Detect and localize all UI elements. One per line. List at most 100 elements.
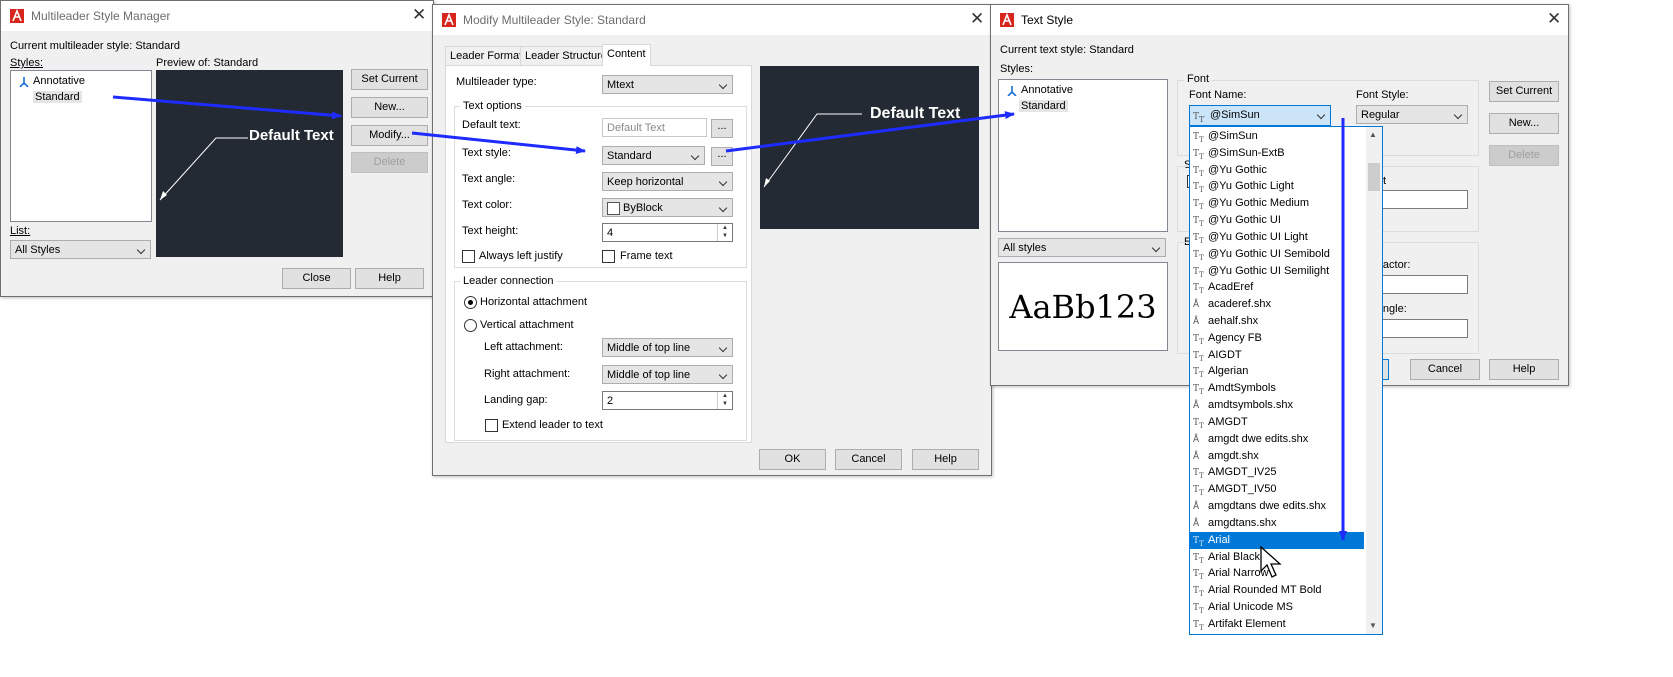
- input-value: 2: [607, 395, 614, 407]
- tab-content[interactable]: Content: [602, 44, 651, 66]
- close-icon[interactable]: ✕: [1547, 10, 1561, 27]
- text-style-dropdown[interactable]: Standard: [602, 146, 705, 165]
- close-button[interactable]: Close: [282, 268, 351, 289]
- help-button[interactable]: Help: [912, 449, 979, 470]
- spinner-up-icon[interactable]: ▲: [718, 224, 732, 232]
- font-list-item[interactable]: TT AcadEref: [1190, 279, 1364, 296]
- text-style-label: Text style:: [462, 147, 511, 159]
- font-list-item[interactable]: Åamgdt dwe edits.shx: [1190, 431, 1364, 448]
- font-list-item[interactable]: TT @Yu Gothic Light: [1190, 178, 1364, 195]
- always-left-justify-checkbox[interactable]: [462, 250, 475, 263]
- close-icon[interactable]: ✕: [970, 10, 984, 27]
- styles-list[interactable]: Annotative Standard: [998, 79, 1168, 232]
- tab-leader-format[interactable]: Leader Format: [445, 46, 528, 66]
- list-item-standard[interactable]: Standard: [1019, 100, 1068, 112]
- frame-text-checkbox[interactable]: [602, 250, 615, 263]
- dropdown-scrollbar[interactable]: ▲ ▼: [1366, 127, 1382, 634]
- spinner-control[interactable]: ▲ ▼: [717, 392, 732, 409]
- dropdown-value: ByBlock: [623, 202, 663, 214]
- font-list-item[interactable]: TT @Yu Gothic Medium: [1190, 195, 1364, 212]
- list-item-annotative[interactable]: Annotative: [1007, 84, 1073, 96]
- font-list-item[interactable]: TT Arial Unicode MS: [1190, 599, 1364, 616]
- font-list-item[interactable]: TT @Yu Gothic UI Semilight: [1190, 263, 1364, 280]
- ok-button[interactable]: OK: [759, 449, 826, 470]
- font-name-dropdown[interactable]: TT @SimSun: [1189, 105, 1331, 126]
- text-angle-dropdown[interactable]: Keep horizontal: [602, 172, 733, 191]
- font-list-item[interactable]: TT AIGDT: [1190, 347, 1364, 364]
- font-list-item[interactable]: Åamdtsymbols.shx: [1190, 397, 1364, 414]
- font-list-item[interactable]: TT @Yu Gothic: [1190, 162, 1364, 179]
- font-list-item[interactable]: TT AmdtSymbols: [1190, 380, 1364, 397]
- chevron-down-icon: [1453, 110, 1463, 120]
- set-current-button[interactable]: Set Current: [1489, 81, 1559, 102]
- font-list-item[interactable]: TT @Yu Gothic UI: [1190, 212, 1364, 229]
- default-text-input[interactable]: Default Text: [602, 118, 707, 137]
- dropdown-value: @SimSun: [1210, 109, 1260, 121]
- chevron-down-icon: [718, 203, 728, 213]
- font-list-item-label: Algerian: [1208, 365, 1249, 378]
- set-current-button[interactable]: Set Current: [351, 69, 428, 90]
- default-text-label: Default text:: [462, 119, 521, 131]
- font-list-item[interactable]: TT AMGDT_IV25: [1190, 464, 1364, 481]
- font-list-item[interactable]: Åacaderef.shx: [1190, 296, 1364, 313]
- horizontal-attachment-radio[interactable]: [464, 296, 477, 309]
- text-style-browse-button[interactable]: ...: [711, 147, 733, 166]
- modify-button[interactable]: Modify...: [351, 125, 428, 146]
- font-list-item[interactable]: TT Algerian: [1190, 363, 1364, 380]
- scroll-down-icon[interactable]: ▼: [1369, 621, 1377, 630]
- title-bar[interactable]: Modify Multileader Style: Standard ✕: [433, 5, 991, 35]
- font-list-item[interactable]: TT @SimSun-ExtB: [1190, 145, 1364, 162]
- close-icon[interactable]: ✕: [412, 6, 426, 23]
- shx-font-icon: Å: [1193, 401, 1200, 412]
- font-list-item[interactable]: TT AMGDT_IV50: [1190, 481, 1364, 498]
- list-item-standard[interactable]: Standard: [33, 91, 82, 103]
- scroll-thumb[interactable]: [1368, 163, 1380, 191]
- delete-button[interactable]: Delete: [351, 152, 428, 173]
- list-filter-dropdown[interactable]: All Styles: [10, 240, 151, 259]
- cancel-button[interactable]: Cancel: [835, 449, 902, 470]
- font-list-item[interactable]: TT AMGDT: [1190, 414, 1364, 431]
- spinner-down-icon[interactable]: ▼: [718, 400, 732, 408]
- text-color-label: Text color:: [462, 199, 513, 211]
- font-list-item[interactable]: Åaehalf.shx: [1190, 313, 1364, 330]
- left-attachment-dropdown[interactable]: Middle of top line: [602, 338, 733, 357]
- title-bar[interactable]: Multileader Style Manager ✕: [1, 1, 433, 31]
- font-list-item[interactable]: TT @SimSun: [1190, 128, 1364, 145]
- font-list-item[interactable]: Åamgdt.shx: [1190, 448, 1364, 465]
- modify-multileader-style-window: Modify Multileader Style: Standard ✕ Lea…: [432, 4, 992, 476]
- spinner-up-icon[interactable]: ▲: [718, 392, 732, 400]
- font-dropdown-list[interactable]: TT @SimSun TT @SimSun-ExtB TT @Yu Gothic TT @Yu…: [1189, 126, 1383, 635]
- text-height-input[interactable]: 4 ▲ ▼: [602, 223, 733, 242]
- help-button[interactable]: Help: [355, 268, 424, 289]
- default-text-browse-button[interactable]: ...: [711, 119, 733, 138]
- font-list-item[interactable]: Åamgdtans dwe edits.shx: [1190, 498, 1364, 515]
- styles-filter-dropdown[interactable]: All styles: [998, 238, 1166, 257]
- multileader-type-dropdown[interactable]: Mtext: [602, 75, 733, 94]
- title-bar[interactable]: Text Style ✕: [991, 5, 1568, 35]
- delete-button[interactable]: Delete: [1489, 145, 1559, 166]
- spinner-down-icon[interactable]: ▼: [718, 232, 732, 240]
- tab-leader-structure[interactable]: Leader Structure: [520, 46, 612, 66]
- new-button[interactable]: New...: [1489, 113, 1559, 134]
- landing-gap-input[interactable]: 2 ▲ ▼: [602, 391, 733, 410]
- font-list-item[interactable]: TT Artifakt Element: [1190, 616, 1364, 633]
- spinner-control[interactable]: ▲ ▼: [717, 224, 732, 241]
- new-button[interactable]: New...: [351, 97, 428, 118]
- list-item-annotative[interactable]: Annotative: [19, 75, 85, 87]
- font-list-item[interactable]: TT @Yu Gothic UI Semibold: [1190, 246, 1364, 263]
- font-list-item[interactable]: TT Agency FB: [1190, 330, 1364, 347]
- scroll-up-icon[interactable]: ▲: [1369, 130, 1377, 139]
- font-list-item[interactable]: TT Arial Rounded MT Bold: [1190, 582, 1364, 599]
- vertical-attachment-radio[interactable]: [464, 319, 477, 332]
- cancel-button[interactable]: Cancel: [1410, 359, 1480, 380]
- font-list-item[interactable]: Åamgdtans.shx: [1190, 515, 1364, 532]
- extend-leader-checkbox[interactable]: [485, 419, 498, 432]
- styles-list[interactable]: Annotative Standard: [10, 70, 152, 222]
- autocad-logo-icon: [1000, 13, 1014, 27]
- text-color-dropdown[interactable]: ByBlock: [602, 198, 733, 217]
- right-attachment-dropdown[interactable]: Middle of top line: [602, 365, 733, 384]
- help-button[interactable]: Help: [1489, 359, 1559, 380]
- chevron-down-icon: [690, 151, 700, 161]
- font-style-dropdown[interactable]: Regular: [1356, 105, 1468, 124]
- font-list-item[interactable]: TT @Yu Gothic UI Light: [1190, 229, 1364, 246]
